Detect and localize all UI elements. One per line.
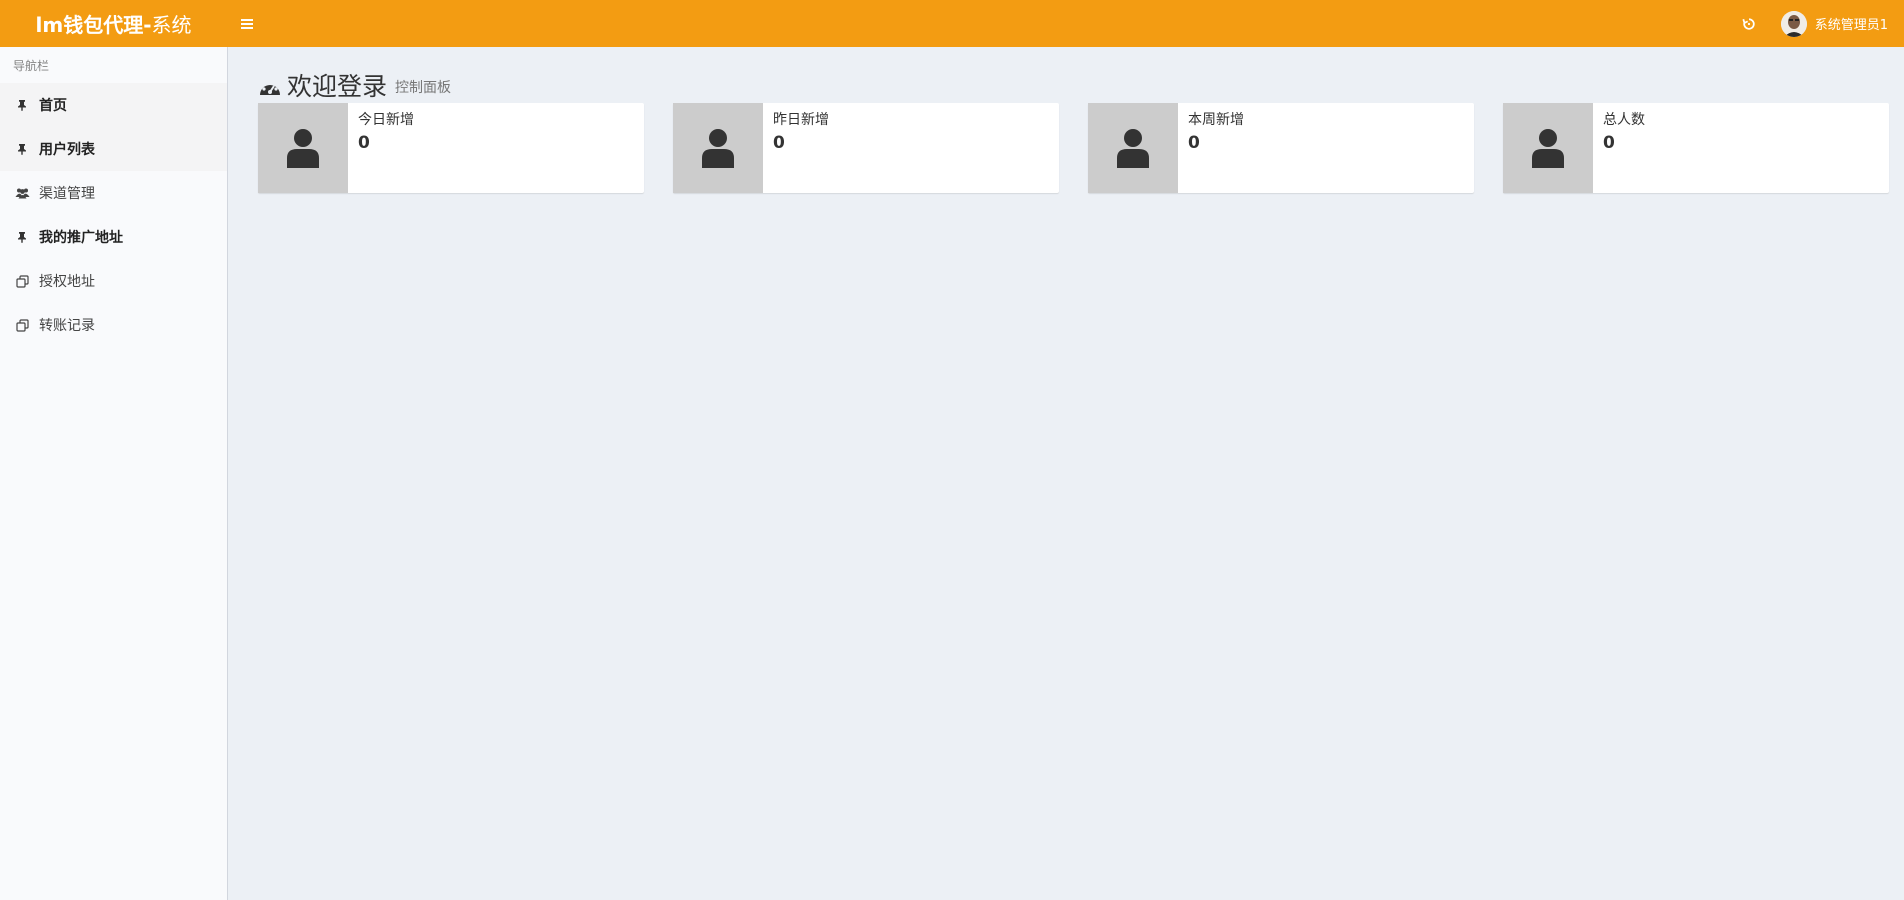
- user-menu[interactable]: 系统管理员1: [1780, 10, 1888, 37]
- username: 系统管理员1: [1814, 18, 1888, 33]
- stat-label: 本周新增: [1188, 112, 1244, 128]
- stat-value: 0: [1603, 133, 1615, 153]
- stat-value: 0: [358, 133, 370, 153]
- sidebar-item-label: 授权地址: [39, 274, 95, 290]
- page-header: 欢迎登录 控制面板: [243, 59, 1889, 99]
- pin-icon: [14, 229, 30, 245]
- header-right: 系统管理员1: [1729, 0, 1904, 47]
- pin-icon: [14, 141, 30, 157]
- refresh-button[interactable]: [1729, 0, 1769, 47]
- user-icon: [1088, 103, 1178, 193]
- user-icon: [673, 103, 763, 193]
- copy-icon: [14, 317, 30, 333]
- logo-light-text: 系统: [151, 13, 192, 37]
- stat-label: 总人数: [1603, 112, 1645, 128]
- top-header: lm钱包代理- 系统 系统管理员1: [0, 0, 1904, 47]
- app-logo[interactable]: lm钱包代理- 系统: [0, 0, 227, 47]
- sidebar-item-home[interactable]: 首页: [0, 83, 227, 127]
- sidebar-item-channels[interactable]: 渠道管理: [0, 171, 227, 215]
- stat-box-total: 总人数 0: [1503, 103, 1889, 193]
- stat-boxes: 今日新增 0 昨日新增 0 本周新增 0 总人数 0: [243, 103, 1889, 193]
- stat-label: 今日新增: [358, 112, 414, 128]
- avatar: [1780, 10, 1807, 37]
- copy-icon: [14, 273, 30, 289]
- sidebar-item-user-list[interactable]: 用户列表: [0, 127, 227, 171]
- sidebar-item-label: 我的推广地址: [39, 230, 123, 246]
- dashboard-icon: [260, 80, 280, 95]
- sidebar-item-label: 首页: [39, 98, 67, 114]
- stat-label: 昨日新增: [773, 112, 829, 128]
- sidebar-item-label: 转账记录: [39, 318, 95, 334]
- refresh-icon: [1742, 17, 1755, 30]
- sidebar-toggle-button[interactable]: [227, 0, 267, 47]
- pin-icon: [14, 97, 30, 113]
- sidebar-title: 导航栏: [0, 47, 227, 83]
- users-icon: [14, 185, 30, 201]
- page-title: 欢迎登录: [287, 72, 388, 101]
- stat-value: 0: [773, 133, 785, 153]
- user-icon: [1503, 103, 1593, 193]
- stat-box-week: 本周新增 0: [1088, 103, 1474, 193]
- stat-box-yesterday: 昨日新增 0: [673, 103, 1059, 193]
- sidebar-item-promo-address[interactable]: 我的推广地址: [0, 215, 227, 259]
- sidebar-item-auth-address[interactable]: 授权地址: [0, 259, 227, 303]
- sidebar-item-transfer-records[interactable]: 转账记录: [0, 303, 227, 347]
- stat-box-today: 今日新增 0: [258, 103, 644, 193]
- sidebar: 导航栏 首页 用户列表 渠道管理 我的推广地址 授权地址 转账记录: [0, 47, 228, 900]
- logo-bold-text: lm钱包代理-: [35, 13, 152, 37]
- hamburger-icon: [241, 18, 253, 29]
- user-icon: [258, 103, 348, 193]
- sidebar-item-label: 用户列表: [39, 142, 95, 158]
- sidebar-item-label: 渠道管理: [39, 186, 95, 202]
- stat-value: 0: [1188, 133, 1200, 153]
- page-subtitle: 控制面板: [395, 80, 452, 96]
- main-content: 欢迎登录 控制面板 今日新增 0 昨日新增 0 本周新增 0 总人数 0: [228, 47, 1904, 900]
